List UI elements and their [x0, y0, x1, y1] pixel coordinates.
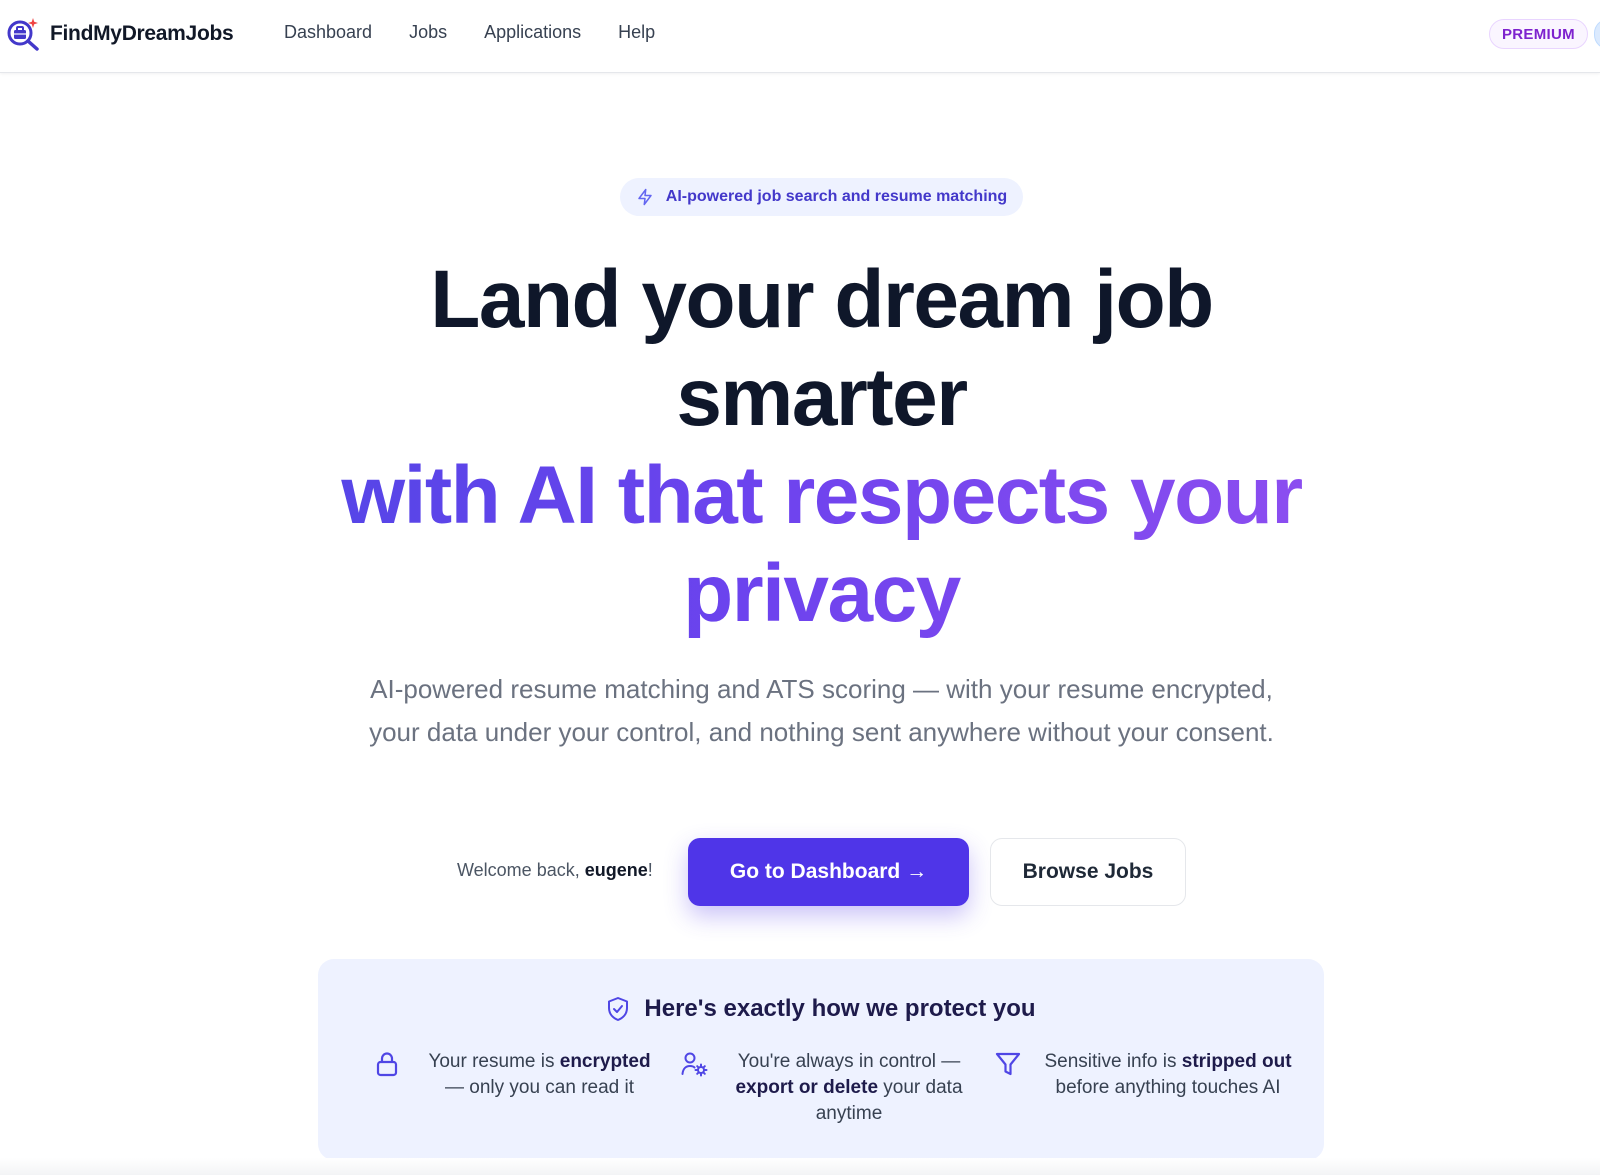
hero-subtext: AI-powered resume matching and ATS scori… [369, 674, 1274, 747]
main-nav: Dashboard Jobs Applications Help [284, 22, 655, 43]
brand-name: FindMyDreamJobs [50, 22, 234, 45]
feature-text-before: Your resume is [428, 1051, 560, 1072]
privacy-panel: Here's exactly how we protect you Your r… [318, 959, 1324, 1160]
go-to-dashboard-button[interactable]: Go to Dashboard → [688, 838, 969, 906]
feature-pill-label: AI-powered job search and resume matchin… [665, 188, 1008, 205]
hero-headline: Land your dream job smarter with AI that… [200, 251, 1443, 643]
filter-icon [995, 1052, 1021, 1076]
feature-text-before: You're always in control — [737, 1051, 961, 1072]
headline-line-2: smarter [676, 352, 968, 443]
privacy-feature-text: Sensitive info is stripped out before an… [1042, 1049, 1294, 1101]
privacy-panel-heading: Here's exactly how we protect you [644, 995, 1036, 1022]
privacy-panel-title: Here's exactly how we protect you [318, 995, 1324, 1023]
welcome-username: eugene [584, 860, 648, 880]
nav-dashboard[interactable]: Dashboard [284, 22, 372, 43]
privacy-feature-control: You're always in control — export or del… [680, 1049, 970, 1127]
account-menu-edge[interactable] [1594, 19, 1600, 49]
feature-text-bold: encrypted [559, 1051, 651, 1072]
feature-pill: AI-powered job search and resume matchin… [620, 178, 1023, 216]
shield-check-icon [608, 997, 629, 1021]
privacy-feature-stripping: Sensitive info is stripped out before an… [994, 1049, 1294, 1101]
feature-text-bold: export or delete [735, 1077, 879, 1098]
headline-line-3: with AI that respects your [200, 447, 1443, 545]
feature-text-after: before anything touches AI [1055, 1077, 1281, 1098]
lock-icon [376, 1052, 398, 1077]
headline-line-1: Land your dream job [430, 254, 1214, 345]
welcome-message: Welcome back, eugene! [457, 860, 653, 881]
feature-text-after: — only you can read it [444, 1077, 635, 1098]
page-bottom-edge [0, 1158, 1600, 1175]
premium-badge: PREMIUM [1489, 19, 1588, 49]
top-nav: FindMyDreamJobs Dashboard Jobs Applicati… [0, 0, 1600, 73]
cta-row: Welcome back, eugene! Go to Dashboard → … [0, 838, 1600, 906]
headline-line-4: privacy [200, 545, 1443, 643]
welcome-suffix: ! [647, 860, 653, 880]
privacy-feature-encryption: Your resume is encrypted — only you can … [373, 1049, 658, 1101]
user-settings-icon [681, 1052, 708, 1077]
search-briefcase-logo-icon [7, 18, 39, 51]
nav-jobs[interactable]: Jobs [409, 22, 447, 43]
welcome-prefix: Welcome back, [457, 860, 585, 880]
lightning-icon [638, 188, 652, 206]
nav-applications[interactable]: Applications [484, 22, 581, 43]
privacy-feature-text: Your resume is encrypted — only you can … [421, 1049, 658, 1101]
privacy-feature-text: You're always in control — export or del… [728, 1049, 970, 1127]
nav-help[interactable]: Help [618, 22, 655, 43]
brand-link[interactable]: FindMyDreamJobs [6, 17, 234, 51]
browse-jobs-button[interactable]: Browse Jobs [990, 838, 1186, 906]
feature-text-bold: stripped out [1181, 1051, 1292, 1072]
feature-text-before: Sensitive info is [1044, 1051, 1182, 1072]
